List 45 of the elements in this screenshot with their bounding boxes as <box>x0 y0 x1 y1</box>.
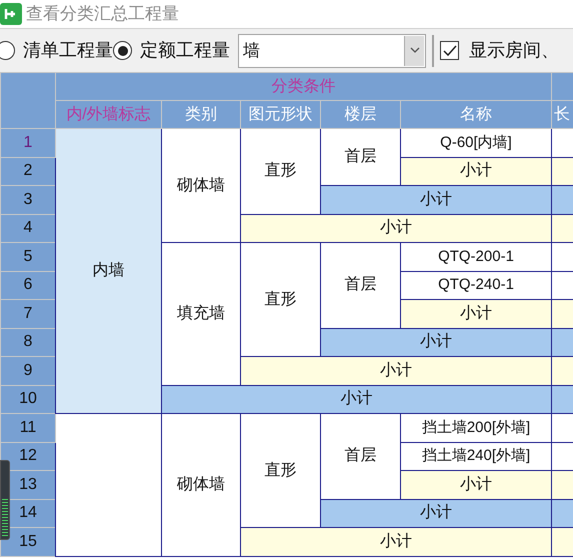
row-number[interactable]: 2 <box>0 157 56 186</box>
subtotal-cell: 小计 <box>240 214 552 242</box>
checkmark-icon <box>442 44 456 56</box>
name-cell: Q-60[内墙] <box>400 128 552 157</box>
combo-box[interactable]: 墙 <box>238 34 426 68</box>
category-cell: 砌体墙 <box>162 128 240 242</box>
subtotal-cell: 小计 <box>320 499 552 528</box>
row-number[interactable]: 6 <box>0 271 56 300</box>
row-number[interactable]: 5 <box>0 242 56 271</box>
radio-option[interactable]: 清单工程量 <box>0 37 113 64</box>
radio-option[interactable]: 定额工程量 <box>113 37 230 64</box>
name-cell: QTQ-200-1 <box>400 242 552 271</box>
name-cell: QTQ-240-1 <box>400 271 552 300</box>
row-number[interactable]: 1 <box>0 128 56 157</box>
row-number[interactable]: 9 <box>0 356 56 385</box>
row-number[interactable]: 7 <box>0 300 56 328</box>
row-number[interactable]: 3 <box>0 186 56 214</box>
side-handle-overlay[interactable] <box>0 460 10 540</box>
window-title: 查看分类汇总工程量 <box>26 3 179 26</box>
category-cell: 砌体墙 <box>162 414 240 556</box>
row-number[interactable]: 8 <box>0 328 56 356</box>
subtotal-cell: 小计 <box>162 385 552 414</box>
group-header: 分类条件 <box>56 72 552 100</box>
category-cell: 填充墙 <box>162 242 240 385</box>
subtotal-cell: 小计 <box>240 528 552 556</box>
floor-cell: 首层 <box>320 242 400 328</box>
subtotal-cell: 小计 <box>400 300 552 328</box>
subtotal-cell: 小计 <box>320 186 552 214</box>
row-number[interactable]: 12 <box>0 442 56 470</box>
row-number[interactable]: 11 <box>0 414 56 442</box>
shape-cell: 直形 <box>240 414 320 528</box>
subtotal-cell: 小计 <box>320 328 552 356</box>
subtotal-cell: 小计 <box>400 470 552 499</box>
name-cell: 挡土墙240[外墙] <box>400 442 552 470</box>
wall-type-cell: 内墙 <box>56 128 162 414</box>
name-cell: 挡土墙200[外墙] <box>400 414 552 442</box>
show-rooms-checkbox[interactable]: 显示房间、 <box>440 37 559 64</box>
shape-cell: 直形 <box>240 242 320 356</box>
row-number[interactable]: 10 <box>0 385 56 414</box>
row-number[interactable]: 4 <box>0 214 56 242</box>
subtotal-cell: 小计 <box>240 356 552 385</box>
subtotal-cell: 小计 <box>400 157 552 186</box>
floor-cell: 首层 <box>320 414 400 499</box>
floor-cell: 首层 <box>320 128 400 186</box>
shape-cell: 直形 <box>240 128 320 214</box>
